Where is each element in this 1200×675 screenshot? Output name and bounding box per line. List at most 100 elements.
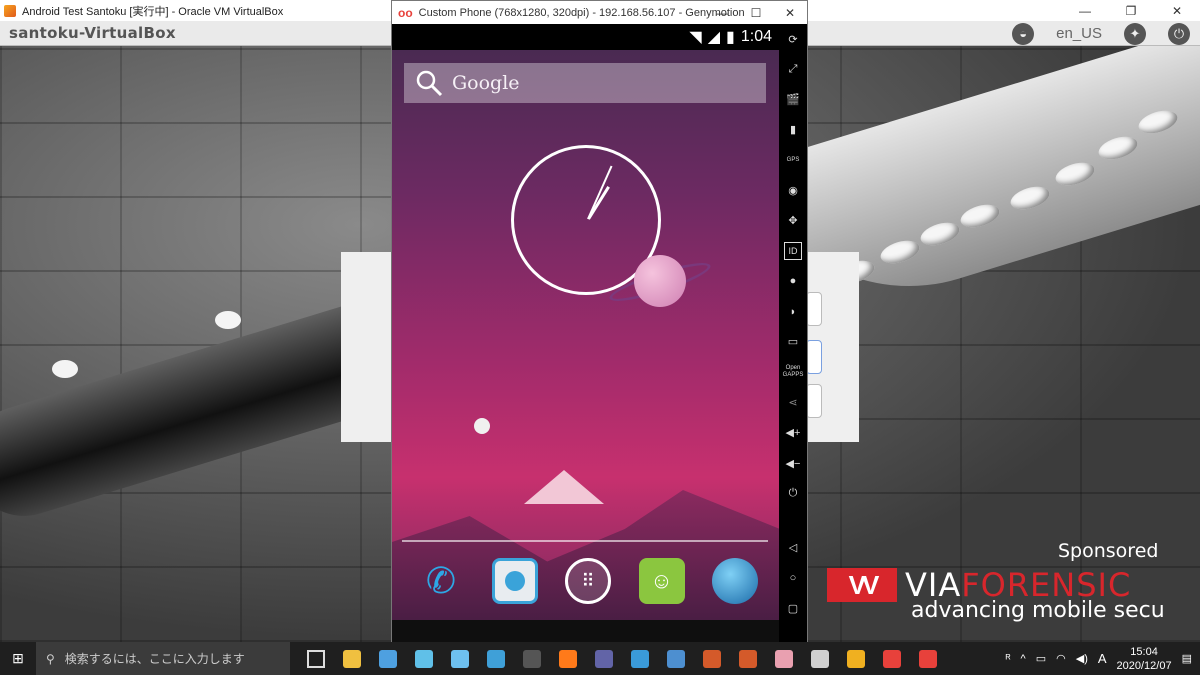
planet-decoration	[634, 255, 686, 307]
search-icon	[416, 70, 443, 97]
home-icon[interactable]: ○	[784, 569, 802, 587]
tray-overflow-icon[interactable]: ^	[1021, 653, 1026, 665]
battery-icon: ▮	[726, 29, 735, 46]
virtualbox-window-controls: — ❐ ✕	[1062, 0, 1200, 21]
taskbar-app-icon[interactable]	[802, 642, 838, 675]
volume-down-icon[interactable]: ◀−	[784, 454, 802, 472]
task-view-icon[interactable]	[298, 642, 334, 675]
network-widget-icon[interactable]: ◗	[784, 303, 802, 321]
taskbar-app-icon[interactable]	[766, 642, 802, 675]
taskbar-clock[interactable]: 15:04 2020/12/07	[1117, 645, 1172, 673]
virtualbox-window-title: Android Test Santoku [実行中] - Oracle VM V…	[22, 5, 284, 18]
device-id-icon[interactable]: ID	[784, 242, 802, 261]
open-gapps-icon[interactable]: Open GAPPS	[783, 363, 804, 381]
taskbar-app-icon[interactable]	[550, 642, 586, 675]
taskbar-app-icon[interactable]	[334, 642, 370, 675]
taskbar-app-icon[interactable]	[658, 642, 694, 675]
minimize-button[interactable]: —	[1062, 0, 1108, 21]
genymotion-window: oo Custom Phone (768x1280, 320dpi) - 192…	[391, 0, 808, 642]
signal-icon: ◢	[707, 29, 721, 46]
google-search-label: Google	[452, 72, 520, 94]
taskbar-app-icon[interactable]	[586, 642, 622, 675]
knife-rivet	[52, 360, 78, 378]
snow-mountain-decoration	[524, 470, 604, 504]
taskbar-app-icon[interactable]	[838, 642, 874, 675]
sponsor-tagline: advancing mobile secu	[911, 598, 1165, 623]
accessibility-icon[interactable]: ✦	[1124, 22, 1146, 45]
remote-control-icon[interactable]: ✥	[784, 212, 802, 230]
ime-indicator[interactable]: A	[1098, 651, 1107, 666]
taskbar-search-placeholder: 検索するには、ここに入力します	[64, 652, 245, 666]
messaging-app-icon[interactable]: ☺	[638, 558, 685, 604]
language-indicator[interactable]: en_US	[1056, 25, 1102, 42]
android-nav-bar	[392, 620, 780, 642]
fullscreen-icon[interactable]: ⤢	[784, 60, 802, 78]
gps-icon[interactable]: GPS	[784, 151, 802, 169]
taskbar-app-icon[interactable]	[478, 642, 514, 675]
tray-battery-icon[interactable]: ▭	[1036, 652, 1046, 665]
sms-icon[interactable]: ▭	[784, 333, 802, 351]
taskbar-app-icon[interactable]	[514, 642, 550, 675]
rotate-icon[interactable]: ⟳	[784, 30, 802, 48]
browser-app-icon[interactable]	[712, 558, 758, 604]
wifi-icon: ◥	[689, 29, 702, 46]
dialog-button[interactable]	[806, 384, 822, 418]
geny-minimize-button[interactable]: —	[705, 1, 739, 24]
genymotion-titlebar: oo Custom Phone (768x1280, 320dpi) - 192…	[392, 1, 807, 24]
battery-widget-icon[interactable]: ▮	[784, 121, 802, 139]
taskbar-time: 15:04	[1130, 645, 1158, 658]
geny-close-button[interactable]: ✕	[773, 1, 807, 24]
search-icon: ⚲	[46, 651, 55, 666]
contacts-app-icon[interactable]	[491, 558, 538, 604]
tray-network-icon[interactable]: ◠	[1056, 652, 1066, 665]
disk-io-icon[interactable]: ●	[784, 272, 802, 290]
status-time: 1:04	[740, 28, 772, 45]
tray-volume-icon[interactable]: ◀)	[1076, 652, 1088, 665]
dialog-button[interactable]	[806, 340, 822, 374]
dialog-button[interactable]	[806, 292, 822, 326]
taskbar-search-box[interactable]: ⚲ 検索するには、ここに入力します	[36, 642, 290, 675]
hostname-label: santoku-VirtualBox	[9, 24, 176, 42]
geny-maximize-button[interactable]: ☐	[739, 1, 773, 24]
maximize-button[interactable]: ❐	[1108, 0, 1154, 21]
taskbar-app-icon[interactable]	[622, 642, 658, 675]
genymotion-logo-icon: oo	[398, 5, 413, 20]
virtualbox-app-icon	[4, 4, 16, 17]
app-drawer-icon[interactable]: ⠿	[565, 558, 611, 604]
taskbar-app-icon[interactable]	[694, 642, 730, 675]
windows-taskbar: ⊞ ⚲ 検索するには、ここに入力します ᴿ ^ ▭ ◠ ◀) A 15:04 2…	[0, 642, 1200, 675]
phone-app-icon[interactable]: ✆	[418, 558, 464, 604]
taskbar-app-icon[interactable]	[874, 642, 910, 675]
power-button-icon[interactable]: ⏻	[784, 484, 802, 502]
taskbar-app-icon[interactable]	[370, 642, 406, 675]
close-button[interactable]: ✕	[1154, 0, 1200, 21]
share-icon[interactable]: ⋖	[784, 394, 802, 412]
people-icon[interactable]: ᴿ	[1006, 653, 1011, 665]
app-dock: ✆ ⠿ ☺	[418, 558, 758, 604]
android-status-bar: ◥ ◢ ▮ 1:04	[392, 24, 780, 50]
volume-up-icon[interactable]: ◀+	[784, 424, 802, 442]
taskbar-app-icon[interactable]	[730, 642, 766, 675]
genymotion-toolbar: ⟳ ⤢ 🎬 ▮ GPS ◉ ✥ ID ● ◗ ▭ Open GAPPS ⋖ ◀+…	[779, 24, 807, 642]
pinned-apps	[298, 642, 946, 675]
system-tray: ᴿ ^ ▭ ◠ ◀) A 15:04 2020/12/07 ▤	[1006, 642, 1192, 675]
screencast-icon[interactable]: 🎬	[784, 91, 802, 109]
taskbar-app-icon[interactable]	[910, 642, 946, 675]
google-search-bar[interactable]: Google	[404, 63, 766, 103]
camera-icon[interactable]: ◉	[784, 181, 802, 199]
android-home-screen[interactable]: Google ✆ ⠿ ☺	[392, 50, 780, 620]
sponsored-label: Sponsored	[1058, 540, 1159, 562]
knife-rivet	[215, 311, 241, 329]
recent-apps-icon[interactable]: ▢	[784, 599, 802, 617]
taskbar-app-icon[interactable]	[406, 642, 442, 675]
taskbar-app-icon[interactable]	[442, 642, 478, 675]
genymotion-window-title: Custom Phone (768x1280, 320dpi) - 192.16…	[418, 6, 745, 19]
power-icon[interactable]: ⏻	[1168, 22, 1190, 45]
android-phone-screen: ◥ ◢ ▮ 1:04 Google ✆ ⠿ ☺	[392, 24, 780, 642]
viaforensics-mark-icon: VV	[827, 568, 897, 602]
comet-decoration	[474, 418, 490, 434]
windows-start-icon[interactable]: ⊞	[0, 642, 36, 675]
network-icon[interactable]: ◒	[1012, 22, 1035, 45]
back-icon[interactable]: ◁	[784, 539, 802, 557]
notifications-icon[interactable]: ▤	[1182, 652, 1192, 665]
